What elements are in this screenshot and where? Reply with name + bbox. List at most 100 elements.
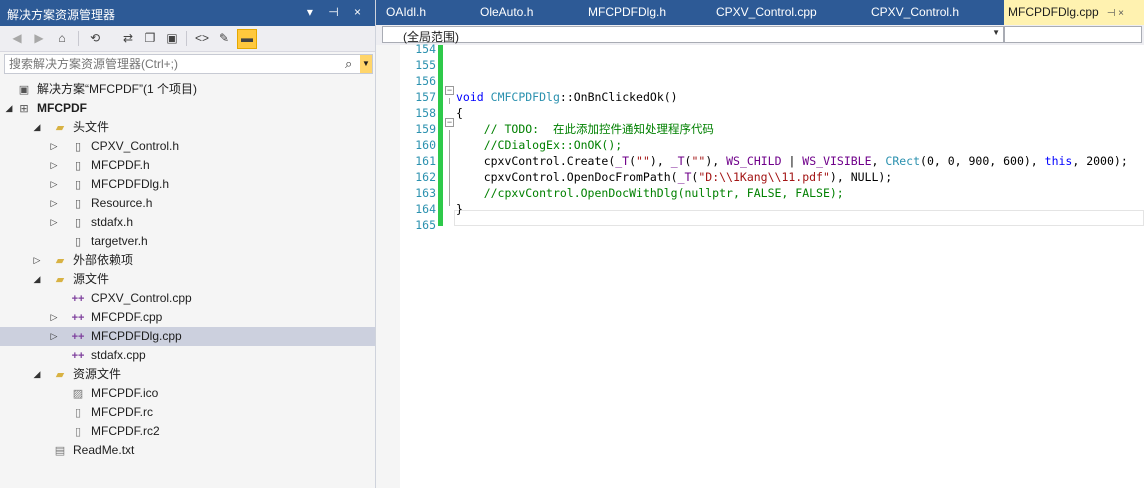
solution-search-box[interactable]: ⌕ ▼ (4, 54, 373, 74)
tree-item[interactable]: ▷ ▯ Resource.h (0, 194, 375, 213)
forward-icon[interactable]: ▶ (30, 29, 48, 47)
search-options-dropdown-icon[interactable]: ▼ (360, 55, 372, 73)
solution-explorer-panel: 解决方案资源管理器 ▾ ⊣ × ◀ ▶ ⌂ ⟲ ⇄ ❐ ▣ <> ✎ ▬ ⌕ ▼… (0, 0, 376, 488)
tree-item-label: MFCPDF.cpp (91, 310, 163, 324)
tab-mfcpdfdlg-cpp[interactable]: MFCPDFDlg.cpp ⊣ × (1004, 0, 1144, 25)
tree-item[interactable]: ◢ ▰ 源文件 (0, 270, 375, 289)
tab-oleauto-h[interactable]: OleAuto.h (480, 0, 578, 25)
tree-item[interactable]: ▨ MFCPDF.ico (0, 384, 375, 403)
collapse-all-icon[interactable]: ❐ (141, 29, 159, 47)
tree-item[interactable]: ▣ 解决方案“MFCPDF”(1 个项目) (0, 80, 375, 99)
line-number: 165 (415, 218, 436, 232)
tree-item[interactable]: ▷ ++ MFCPDF.cpp (0, 308, 375, 327)
tab-label: CPXV_Control.cpp (716, 5, 817, 19)
tab-cpxv-control-h[interactable]: CPXV_Control.h (871, 0, 998, 25)
collapse-arrow-icon[interactable]: ◢ (31, 365, 43, 384)
tree-item[interactable]: ▷ ▯ stdafx.h (0, 213, 375, 232)
line-number: 162 (415, 170, 436, 184)
tree-item[interactable]: ▯ targetver.h (0, 232, 375, 251)
preview-selected-icon[interactable]: ▬ (237, 29, 257, 49)
tree-item-label: MFCPDF.rc (91, 405, 153, 419)
panel-title: 解决方案资源管理器 (7, 8, 116, 22)
code-line[interactable]: { (456, 105, 463, 121)
tab-cpxv-control-cpp[interactable]: CPXV_Control.cpp (716, 0, 861, 25)
image-file-icon: ▨ (72, 388, 84, 400)
tree-item[interactable]: ▷ ▯ MFCPDFDlg.h (0, 175, 375, 194)
tree-item-label: Resource.h (91, 196, 153, 210)
collapse-region-icon[interactable]: − (445, 118, 454, 127)
tree-item[interactable]: ++ CPXV_Control.cpp (0, 289, 375, 308)
collapse-arrow-icon[interactable]: ◢ (31, 270, 43, 289)
history-icon[interactable]: ⟲ (86, 29, 104, 47)
expand-arrow-icon[interactable]: ▷ (48, 194, 60, 213)
tab-pin-close-icon[interactable]: ⊣ × (1107, 8, 1124, 19)
tree-item-label: 外部依赖项 (73, 253, 134, 267)
scope-dropdown[interactable]: (全局范围) ▼ (382, 26, 1004, 44)
line-number: 156 (415, 74, 436, 88)
cpp-file-icon: ++ (71, 312, 85, 324)
member-dropdown[interactable] (1004, 26, 1142, 43)
tree-item[interactable]: ▯ MFCPDF.rc2 (0, 422, 375, 441)
code-line[interactable]: } (456, 201, 463, 217)
tab-label: OAIdl.h (386, 5, 427, 19)
chevron-down-icon[interactable]: ▼ (992, 28, 1000, 37)
sync-icon[interactable]: ⇄ (119, 29, 137, 47)
change-tracking-bar (438, 45, 443, 226)
header-file-icon: ▯ (74, 236, 82, 248)
code-line[interactable]: // TODO: 在此添加控件通知处理程序代码 (456, 121, 714, 137)
show-all-files-icon[interactable]: ▣ (163, 29, 181, 47)
project-icon: ⊞ (19, 103, 29, 115)
view-code-icon[interactable]: <> (193, 29, 211, 47)
toolbar-separator (186, 31, 187, 46)
tab-label: MFCPDFDlg.cpp (1008, 5, 1099, 19)
tree-item[interactable]: ▷ ++ MFCPDFDlg.cpp (0, 327, 375, 346)
code-line[interactable]: cpxvControl.OpenDocFromPath(_T("D:\\1Kan… (456, 169, 893, 185)
expand-arrow-icon[interactable]: ▷ (48, 213, 60, 232)
expand-arrow-icon[interactable]: ▷ (48, 175, 60, 194)
panel-window-controls[interactable]: ▾ ⊣ × (307, 5, 367, 19)
tab-mfcpdfdlg-h[interactable]: MFCPDFDlg.h (588, 0, 706, 25)
tree-item[interactable]: ◢ ▰ 头文件 (0, 118, 375, 137)
code-editor[interactable]: − − 154 155 156 157 void CMFCPDFDlg::OnBnCli… (400, 42, 1144, 488)
collapse-region-icon[interactable]: − (445, 86, 454, 95)
tree-item[interactable]: ▯ MFCPDF.rc (0, 403, 375, 422)
tree-item-label: targetver.h (91, 234, 148, 248)
tab-label: CPXV_Control.h (871, 5, 960, 19)
expand-arrow-icon[interactable]: ▷ (31, 251, 43, 270)
tab-oaidl-h[interactable]: OAIdl.h (386, 0, 470, 25)
tree-item[interactable]: ▷ ▯ MFCPDF.h (0, 156, 375, 175)
expand-arrow-icon[interactable]: ▷ (48, 137, 60, 156)
tree-item-label: MFCPDF (37, 101, 87, 115)
collapse-arrow-icon[interactable]: ◢ (3, 99, 15, 118)
tree-item-label: stdafx.h (91, 215, 134, 229)
search-icon[interactable]: ⌕ (345, 55, 361, 73)
solution-explorer-toolbar: ◀ ▶ ⌂ ⟲ ⇄ ❐ ▣ <> ✎ ▬ (0, 26, 375, 52)
tree-item[interactable]: ◢ ▰ 资源文件 (0, 365, 375, 384)
tree-item[interactable]: ▷ ▯ CPXV_Control.h (0, 137, 375, 156)
tree-item[interactable]: ◢ ⊞ MFCPDF (0, 99, 375, 118)
tab-label: OleAuto.h (480, 5, 534, 19)
expand-arrow-icon[interactable]: ▷ (48, 308, 60, 327)
tree-item-label: stdafx.cpp (91, 348, 146, 362)
code-line[interactable]: void CMFCPDFDlg::OnBnClickedOk() (456, 89, 678, 105)
solution-search-input[interactable] (9, 56, 339, 72)
tree-item-label: 源文件 (73, 272, 110, 286)
outline-line (449, 130, 450, 206)
code-line[interactable]: cpxvControl.Create(_T(""), _T(""), WS_CH… (456, 153, 1128, 169)
home-icon[interactable]: ⌂ (53, 29, 71, 47)
header-file-icon: ▯ (74, 160, 82, 172)
code-line[interactable]: //cpxvControl.OpenDocWithDlg(nullptr, FA… (456, 185, 844, 201)
back-icon[interactable]: ◀ (8, 29, 26, 47)
text-file-icon: ▤ (54, 445, 66, 457)
expand-arrow-icon[interactable]: ▷ (48, 327, 60, 346)
cpp-file-icon: ++ (71, 331, 85, 343)
tree-item-label: MFCPDF.h (91, 158, 150, 172)
properties-icon[interactable]: ✎ (215, 29, 233, 47)
tree-item[interactable]: ▤ ReadMe.txt (0, 441, 375, 460)
code-line[interactable]: //CDialogEx::OnOK(); (456, 137, 622, 153)
tab-label: MFCPDFDlg.h (588, 5, 667, 19)
expand-arrow-icon[interactable]: ▷ (48, 156, 60, 175)
tree-item[interactable]: ▷ ▰ 外部依赖项 (0, 251, 375, 270)
collapse-arrow-icon[interactable]: ◢ (31, 118, 43, 137)
tree-item[interactable]: ++ stdafx.cpp (0, 346, 375, 365)
